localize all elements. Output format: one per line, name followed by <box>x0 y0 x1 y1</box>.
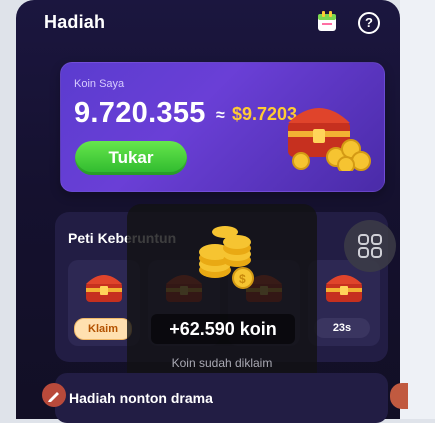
chest-slot[interactable]: 23s <box>308 260 380 346</box>
coin-balance-card: Koin Saya 9.720.355 ≈ $9.7203 Tukar <box>60 62 385 192</box>
drama-reward-section[interactable]: Hadiah nonton drama <box>55 373 388 423</box>
claim-badge[interactable]: Klaim <box>74 318 132 340</box>
coin-amount: 9.720.355 <box>74 97 206 129</box>
grid-menu-button[interactable] <box>344 220 396 272</box>
background-strip <box>400 0 435 419</box>
coin-stack-icon: $ <box>199 226 254 289</box>
pen-icon[interactable] <box>42 383 66 407</box>
floating-action-icon[interactable] <box>390 383 408 409</box>
claim-message: Koin sudah diklaim <box>171 356 273 370</box>
grid-icon <box>358 234 382 258</box>
claimed-coin-amount: +62.590 koin <box>151 314 295 344</box>
treasure-chest-icon <box>288 108 371 171</box>
exchange-button[interactable]: Tukar <box>75 141 187 175</box>
svg-text:$: $ <box>239 272 246 286</box>
countdown-badge: 23s <box>314 318 370 338</box>
approx-symbol: ≈ <box>216 107 225 124</box>
coin-label: Koin Saya <box>74 78 125 90</box>
help-icon[interactable]: ? <box>358 12 380 34</box>
chest-icon <box>86 275 122 302</box>
page-title: Hadiah <box>44 12 106 32</box>
section-title: Hadiah nonton drama <box>69 390 213 406</box>
calendar-icon[interactable] <box>317 10 337 32</box>
claim-toast: $ +62.590 koin Koin sudah diklaim <box>127 204 317 392</box>
chest-icon <box>326 275 362 302</box>
